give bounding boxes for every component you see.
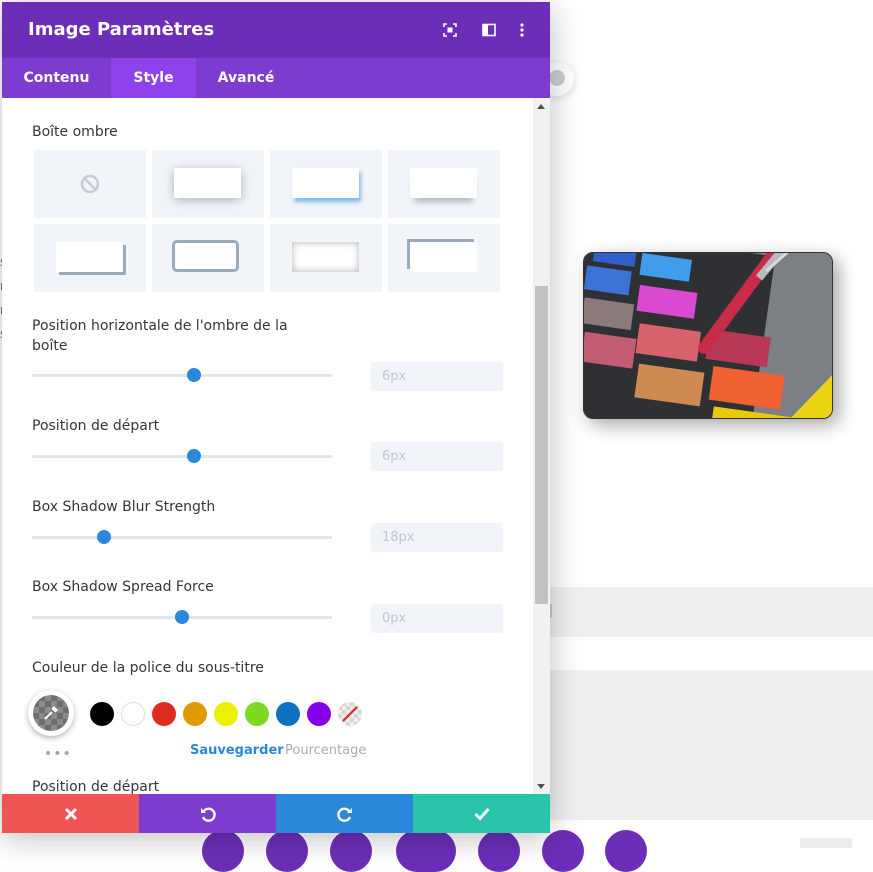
background-circle-button-2[interactable] xyxy=(266,830,308,872)
swatch-none[interactable] xyxy=(338,702,362,726)
blur-strength-label: Box Shadow Blur Strength xyxy=(32,499,216,515)
shadow-preview-7 xyxy=(410,242,477,272)
save-button[interactable] xyxy=(413,794,550,833)
background-circle-button-4[interactable] xyxy=(478,830,520,872)
spread-force-slider[interactable] xyxy=(32,610,332,624)
swatch-blue[interactable] xyxy=(276,702,300,726)
horizontal-position-handle[interactable] xyxy=(187,368,201,382)
swatch-red[interactable] xyxy=(152,702,176,726)
modal-title: Image Paramètres xyxy=(28,19,215,40)
shadow-preview-2 xyxy=(292,168,359,198)
save-color-link[interactable]: Sauvegarder xyxy=(190,743,284,758)
modal-header: Image Paramètres xyxy=(2,2,550,58)
shadow-preset-6[interactable] xyxy=(270,224,382,292)
background-band-2 xyxy=(550,670,873,820)
background-pill-button[interactable] xyxy=(396,830,456,872)
percentage-link[interactable]: Pourcentage xyxy=(285,743,366,758)
swatch-black[interactable] xyxy=(90,702,114,726)
spread-force-input[interactable]: 0px xyxy=(371,604,503,633)
box-shadow-presets xyxy=(34,150,502,294)
close-icon xyxy=(64,807,78,821)
shadow-preset-4[interactable] xyxy=(34,224,146,292)
swatch-green[interactable] xyxy=(245,702,269,726)
start-position-slider[interactable] xyxy=(32,449,332,463)
shadow-preset-1[interactable] xyxy=(152,150,264,218)
swatch-yellow[interactable] xyxy=(214,702,238,726)
background-circle-button-1[interactable] xyxy=(202,830,244,872)
swatch-white[interactable] xyxy=(121,702,145,726)
no-shadow-icon xyxy=(80,174,100,194)
shadow-preset-3[interactable] xyxy=(388,150,500,218)
shadow-preview-4 xyxy=(56,242,123,272)
wheel-icon xyxy=(549,70,565,86)
background-small-box xyxy=(800,838,852,848)
background-circle-button-6[interactable] xyxy=(605,830,647,872)
more-options-icon[interactable] xyxy=(514,22,530,38)
shadow-preset-7[interactable] xyxy=(388,224,500,292)
scroll-down-arrow-icon[interactable] xyxy=(537,784,545,789)
spread-force-label: Box Shadow Spread Force xyxy=(32,579,214,595)
tab-style[interactable]: Style xyxy=(111,58,196,98)
shadow-preset-2[interactable] xyxy=(270,150,382,218)
scroll-up-arrow-icon[interactable] xyxy=(537,104,545,109)
horizontal-position-slider[interactable] xyxy=(32,368,332,382)
scrollbar-thumb[interactable] xyxy=(535,286,548,604)
shadow-preview-3 xyxy=(410,168,477,198)
start-position-label: Position de départ xyxy=(32,418,160,434)
redo-button[interactable] xyxy=(276,794,413,833)
settings-content: Boîte ombre Position horizontale de l'om… xyxy=(2,98,550,794)
undo-button[interactable] xyxy=(139,794,276,833)
palette-illustration xyxy=(584,253,832,418)
blur-strength-handle[interactable] xyxy=(97,530,111,544)
start-position-handle[interactable] xyxy=(187,449,201,463)
shadow-preset-none[interactable] xyxy=(34,150,146,218)
blur-strength-slider[interactable] xyxy=(32,530,332,544)
redo-icon xyxy=(337,807,352,822)
fullscreen-icon[interactable] xyxy=(442,22,458,38)
swatch-orange[interactable] xyxy=(183,702,207,726)
tab-content[interactable]: Contenu xyxy=(2,58,111,98)
shadow-preview-1 xyxy=(174,168,241,198)
swatch-purple[interactable] xyxy=(307,702,331,726)
modal-footer xyxy=(2,794,550,833)
undo-icon xyxy=(201,807,216,822)
checkmark-icon xyxy=(474,807,490,821)
spread-force-handle[interactable] xyxy=(175,610,189,624)
tab-advanced[interactable]: Avancé xyxy=(196,58,296,98)
blur-strength-input[interactable]: 18px xyxy=(371,523,503,552)
next-start-position-label: Position de départ xyxy=(32,779,160,794)
subtitle-color-label: Couleur de la police du sous-titre xyxy=(32,660,264,676)
shadow-preview-6 xyxy=(292,242,359,272)
shadow-preset-5[interactable] xyxy=(152,224,264,292)
cancel-button[interactable] xyxy=(2,794,139,833)
split-view-icon[interactable] xyxy=(481,22,497,38)
shadow-preview-5 xyxy=(172,240,239,272)
horizontal-position-input[interactable]: 6px xyxy=(371,362,503,391)
image-settings-modal: Image Paramètres Contenu Style Avancé Bo… xyxy=(2,2,550,833)
background-band-1 xyxy=(550,587,873,637)
background-circle-button-3[interactable] xyxy=(330,830,372,872)
settings-tabs: Contenu Style Avancé xyxy=(2,58,550,98)
start-position-input[interactable]: 6px xyxy=(371,442,503,471)
box-shadow-label: Boîte ombre xyxy=(32,124,118,140)
horizontal-position-label: Position horizontale de l'ombre de la bo… xyxy=(32,318,288,354)
eyedropper-icon xyxy=(44,706,58,720)
no-color-icon xyxy=(342,706,358,722)
more-colors-dots[interactable]: ••• xyxy=(44,746,72,762)
background-circle-button-5[interactable] xyxy=(542,830,584,872)
color-picker-button[interactable] xyxy=(28,690,74,736)
watercolor-palette-image[interactable] xyxy=(583,252,833,419)
settings-scrollbar[interactable] xyxy=(533,98,550,794)
